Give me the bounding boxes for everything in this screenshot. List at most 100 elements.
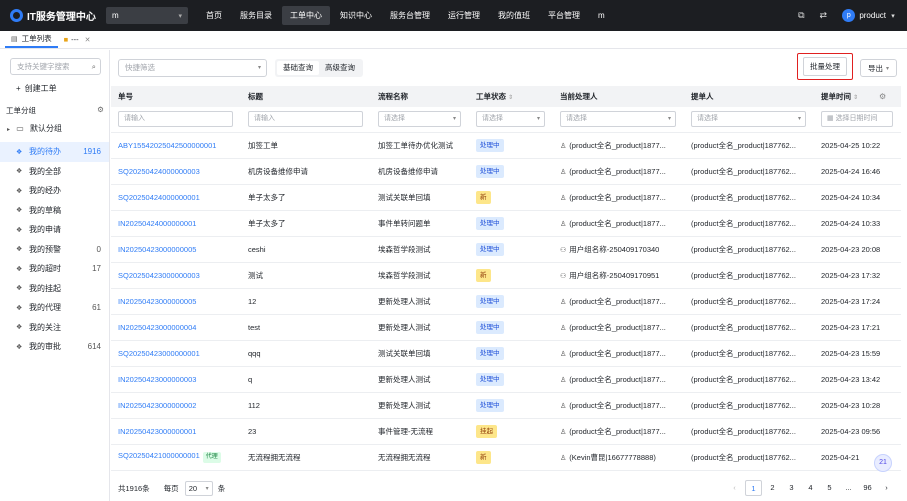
gear-icon[interactable]: ⚙ xyxy=(97,105,104,114)
tree-root-default-group[interactable]: ▸ ▭ 默认分组 xyxy=(7,123,62,134)
table-row[interactable]: SQ20250423000000001 qqq 测试关联单回填 处理中 ♙ (produc… xyxy=(111,340,901,367)
ticket-id-link[interactable]: SQ20250424000000003 xyxy=(118,167,200,176)
nav-platform[interactable]: 平台管理 xyxy=(540,6,588,25)
table-row[interactable]: ABY15542025042500000001 加签工单 加签工单待办优化测试 处理中… xyxy=(111,132,901,159)
page-button[interactable]: 4 xyxy=(802,480,819,496)
gear-icon[interactable]: ⚙ xyxy=(879,92,886,101)
sidebar-item[interactable]: ❖ 我的全部 xyxy=(0,162,109,182)
page-button[interactable]: 3 xyxy=(783,480,800,496)
nav-service-catalog[interactable]: 服务目录 xyxy=(232,6,280,25)
filter-handler-select[interactable]: 请选择 ▾ xyxy=(560,111,676,128)
close-icon[interactable]: ✕ xyxy=(85,36,91,44)
sidebar-item[interactable]: ❖ 我的申请 xyxy=(0,220,109,240)
col-header-title[interactable]: 标题 xyxy=(241,86,371,107)
col-header-flow[interactable]: 流程名称 xyxy=(371,86,469,107)
page-button[interactable]: 2 xyxy=(764,480,781,496)
tenant-select[interactable]: m ▾ xyxy=(106,7,188,24)
column-settings[interactable]: ⚙ xyxy=(872,86,901,107)
sort-icon[interactable]: ⇕ xyxy=(853,95,858,101)
avatar[interactable]: p xyxy=(842,9,856,22)
sidebar-item[interactable]: ❖ 我的代理 61 xyxy=(0,298,109,318)
nav-m[interactable]: m xyxy=(590,6,613,25)
nav-my-duty[interactable]: 我的值班 xyxy=(490,6,538,25)
tab-advanced-query[interactable]: 高级查询 xyxy=(319,61,361,75)
table-row[interactable]: IN20250423000000002 112 更新处理人测试 处理中 ♙ (produc… xyxy=(111,392,901,419)
user-name[interactable]: product xyxy=(859,11,886,20)
filter-time-picker[interactable]: ▦ 选择日期时间 xyxy=(821,111,893,128)
ticket-id-link[interactable]: IN20250423000000004 xyxy=(118,323,196,332)
external-link-icon[interactable]: ⧉ xyxy=(790,10,812,21)
table-row[interactable]: IN20250423000000003 q 更新处理人测试 处理中 ♙ (product全… xyxy=(111,366,901,393)
sidebar-item[interactable]: ❖ 我的预警 0 xyxy=(0,240,109,260)
translate-icon[interactable]: ⇄ xyxy=(812,10,834,21)
nav-ticket-center[interactable]: 工单中心 xyxy=(282,6,330,25)
page-button[interactable]: 1 xyxy=(745,480,762,496)
export-button[interactable]: 导出 ▾ xyxy=(860,59,897,77)
tab-label: 工单列表 xyxy=(21,34,52,43)
ticket-id-link[interactable]: SQ20250424000000001 xyxy=(118,193,200,202)
caret-right-icon[interactable]: ▸ xyxy=(7,127,10,133)
col-header-handler[interactable]: 当前处理人 xyxy=(553,86,684,107)
ticket-id-link[interactable]: IN20250424000000001 xyxy=(118,219,196,228)
nav-operations[interactable]: 运行管理 xyxy=(440,6,488,25)
sidebar-item[interactable]: ❖ 我的待办 1916 xyxy=(0,142,109,162)
tab-blank[interactable]: ■ --- ✕ xyxy=(58,31,97,48)
ticket-id-link[interactable]: SQ20250421000000001 xyxy=(118,451,200,460)
nav-knowledge-center[interactable]: 知识中心 xyxy=(332,6,380,25)
filter-id-input[interactable]: 请输入 xyxy=(118,111,233,128)
table-row[interactable]: IN20250423000000001 23 事件管理-无流程 挂起 ♙ (product… xyxy=(111,418,901,445)
page-button[interactable]: 5 xyxy=(821,480,838,496)
batch-process-button[interactable]: 批量处理 xyxy=(803,57,847,76)
filter-submitter-select[interactable]: 请选择 ▾ xyxy=(691,111,806,128)
table-row[interactable]: SQ20250423000000003 测试 埃森哲学段测试新 ⚇ 用户组名称-2504… xyxy=(111,262,901,289)
next-page-button[interactable]: › xyxy=(878,480,895,496)
col-header-status[interactable]: 工单状态 ⇕ xyxy=(469,86,553,107)
page-ellipsis[interactable]: ... xyxy=(840,480,857,496)
app-logo[interactable]: IT服务管理中心 xyxy=(0,8,102,23)
sidebar-item[interactable]: ❖ 我的经办 xyxy=(0,181,109,201)
col-header-submitter[interactable]: 提单人 xyxy=(684,86,814,107)
col-header-id[interactable]: 单号 xyxy=(111,86,241,107)
nav-service-desk[interactable]: 服务台管理 xyxy=(382,6,438,25)
folder-icon: ■ xyxy=(63,35,69,44)
sort-icon[interactable]: ⇕ xyxy=(508,95,513,101)
table-row[interactable]: SQ20250421000000001 代理 无流程拥无流程 无流程拥无流程新 ♙ (Ke… xyxy=(111,444,901,471)
cell-submitter: (product全名_product|187762... xyxy=(684,392,814,419)
page-button[interactable]: 96 xyxy=(859,480,876,496)
col-header-time[interactable]: 提单时间 ⇕ xyxy=(814,86,872,107)
create-ticket-button[interactable]: + 创建工单 xyxy=(16,83,57,94)
ticket-id-link[interactable]: SQ20250423000000001 xyxy=(118,349,200,358)
table-row[interactable]: SQ20250424000000001 单子太多了 测试关联单回填新 ♙ (produc… xyxy=(111,184,901,211)
table-row[interactable]: IN20250423000000005 ceshi 埃森哲学段测试 处理中 ⚇ 用户组名称… xyxy=(111,236,901,263)
sidebar-item[interactable]: ❖ 我的审批 614 xyxy=(0,337,109,357)
sidebar-item-label: 我的草稿 xyxy=(29,205,61,215)
sidebar-item[interactable]: ❖ 我的关注 xyxy=(0,318,109,338)
ticket-id-link[interactable]: IN20250423000000001 xyxy=(118,427,196,436)
ticket-id-link[interactable]: IN20250423000000005 xyxy=(118,297,196,306)
sidebar-item[interactable]: ❖ 我的超时 17 xyxy=(0,259,109,279)
sidebar-item[interactable]: ❖ 我的挂起 xyxy=(0,279,109,299)
ticket-id-link[interactable]: IN20250423000000003 xyxy=(118,375,196,384)
page-size-select[interactable]: 20 ▾ xyxy=(184,481,213,496)
sidebar-item[interactable]: ❖ 我的草稿 xyxy=(0,201,109,221)
chevron-down-icon[interactable]: ▾ xyxy=(889,12,897,20)
filter-title-input[interactable]: 请输入 xyxy=(248,111,363,128)
table-row[interactable]: IN20250423000000004 test 更新处理人测试 处理中 ♙ (produ… xyxy=(111,314,901,341)
table-row[interactable]: SQ20250424000000003 机房设备维修申请 机房设备维修申请 处理中 ♙(… xyxy=(111,158,901,185)
ticket-id-link[interactable]: ABY15542025042500000001 xyxy=(118,141,216,150)
nav-home[interactable]: 首页 xyxy=(198,6,230,25)
table-row[interactable]: IN20250424000000001 单子太多了 事件单转问题单 处理中 ♙ (prod… xyxy=(111,210,901,237)
ticket-id-link[interactable]: IN20250423000000002 xyxy=(118,401,196,410)
ticket-id-link[interactable]: SQ20250423000000003 xyxy=(118,271,200,280)
filter-flow-select[interactable]: 请选择 ▾ xyxy=(378,111,461,128)
prev-page-button[interactable]: ‹ xyxy=(726,480,743,496)
search-icon[interactable]: ⌕ xyxy=(92,59,96,74)
assistant-icon[interactable]: 21 xyxy=(874,454,892,472)
filter-status-select[interactable]: 请选择 ▾ xyxy=(476,111,545,128)
sidebar-search-input[interactable]: 支持关键字搜索 ⌕ xyxy=(10,58,101,75)
quick-filter-select[interactable]: 快捷筛选 ▾ xyxy=(118,59,267,77)
tab-basic-query[interactable]: 基础查询 xyxy=(277,61,319,75)
ticket-id-link[interactable]: IN20250423000000005 xyxy=(118,245,196,254)
tab-ticket-list[interactable]: ▤ 工单列表 xyxy=(5,31,58,48)
table-row[interactable]: IN20250423000000005 12 更新处理人测试 处理中 ♙ (product… xyxy=(111,288,901,315)
